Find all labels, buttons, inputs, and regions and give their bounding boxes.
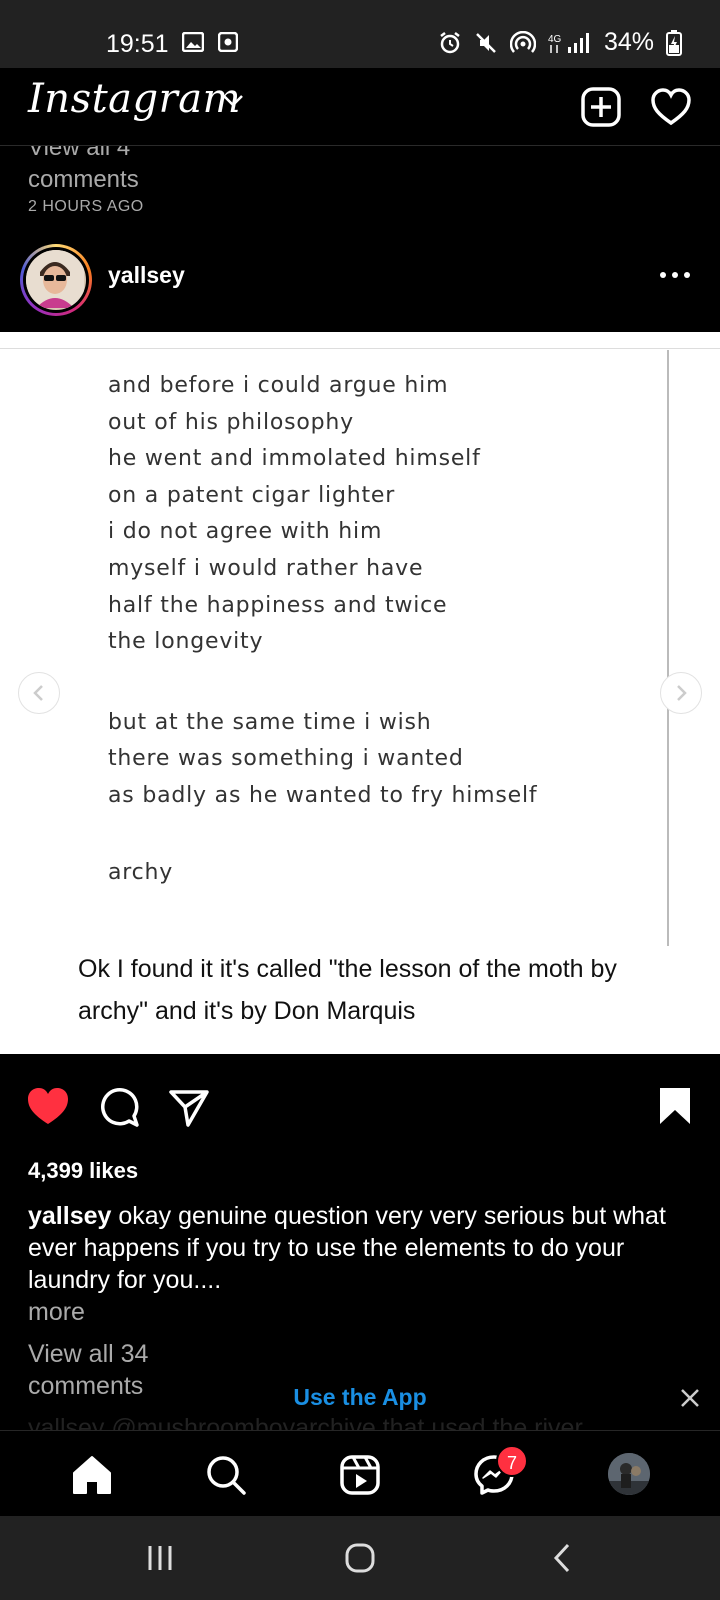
screenshot-icon [218,32,238,52]
poem-line: there was something i wanted [108,746,464,772]
image-caption-text: Ok I found it it's called "the lesson of… [78,955,617,1025]
post-image[interactable]: and before i could argue him out of his p… [0,332,720,1054]
search-icon[interactable] [204,1453,248,1497]
caption-text: okay genuine question very very serious … [28,1202,666,1294]
chevron-left-icon [33,685,43,701]
saved-bookmark-icon[interactable] [658,1086,692,1126]
hotspot-icon [509,30,536,53]
avatar[interactable] [20,244,92,316]
use-the-app-link[interactable]: Use the App [0,1384,720,1411]
instagram-logo[interactable]: Instagram [28,76,241,122]
post-header: yallsey [0,232,720,332]
poem-line: out of his philosophy [108,409,354,435]
poem-line: archy [108,859,174,885]
post-actions [0,1054,720,1154]
android-home-icon[interactable] [344,1542,376,1574]
previous-post-footer: View all 4 comments 2 HOURS AGO [0,146,720,232]
poem-stanza: and before i could argue him out of his p… [108,368,537,661]
poem-line: on a patent cigar lighter [108,482,396,508]
home-icon[interactable] [70,1453,114,1497]
create-post-icon[interactable] [580,86,622,128]
back-icon[interactable] [552,1542,572,1574]
battery-charging-icon [666,29,682,56]
poem-line: myself i would rather have [108,555,424,581]
app-header: Instagram [0,68,720,146]
bottom-navigation: 7 [0,1430,720,1516]
profile-photo [608,1453,650,1495]
avatar-photo [26,250,84,308]
carousel-next-button[interactable] [660,672,702,714]
poem-line: and before i could argue him [108,373,449,398]
reels-icon[interactable] [338,1453,382,1497]
view-all-comments-link[interactable]: View all 4 comments [28,146,188,196]
android-navigation-bar [0,1516,720,1600]
more-options-icon[interactable] [660,272,690,278]
poem-text: and before i could argue him out of his p… [108,368,537,935]
poem-stanza: but at the same time i wish there was som… [108,705,537,815]
chevron-right-icon [677,685,687,701]
poem-line: the longevity [108,629,264,655]
share-send-icon[interactable] [168,1088,210,1128]
recent-apps-icon[interactable] [146,1544,174,1572]
poem-line: i do not agree with him [108,519,383,545]
chevron-down-icon[interactable] [222,94,244,108]
likes-count[interactable]: 4,399 likes [28,1158,138,1184]
caption-username[interactable]: yallsey [28,1202,111,1230]
poem-line: half the happiness and twice [108,592,448,618]
status-time: 19:51 [106,30,169,58]
gallery-icon [182,32,204,52]
poem-line: but at the same time i wish [108,709,432,735]
post-caption: yallsey okay genuine question very very … [28,1200,698,1296]
signal-icon: 4G [548,32,589,53]
profile-avatar[interactable] [608,1453,650,1495]
messages-badge: 7 [496,1445,528,1477]
post-username[interactable]: yallsey [108,262,185,289]
post-timestamp: 2 HOURS AGO [28,198,144,215]
alarm-icon [440,31,460,53]
activity-heart-icon[interactable] [650,86,692,128]
poem-line: he went and immolated himself [108,446,481,472]
status-bar: 19:51 4G 34% [0,0,720,68]
mute-icon [476,32,496,53]
like-heart-icon[interactable] [26,1086,70,1126]
poem-line: as badly as he wanted to fry himself [108,782,538,808]
caption-more-link[interactable]: more [28,1298,85,1327]
close-icon[interactable] [680,1388,700,1408]
comment-icon[interactable] [98,1086,140,1128]
battery-percentage: 34% [603,28,654,56]
poem-stanza: archy [108,855,537,892]
svg-text:4G: 4G [548,34,562,45]
carousel-prev-button[interactable] [18,672,60,714]
